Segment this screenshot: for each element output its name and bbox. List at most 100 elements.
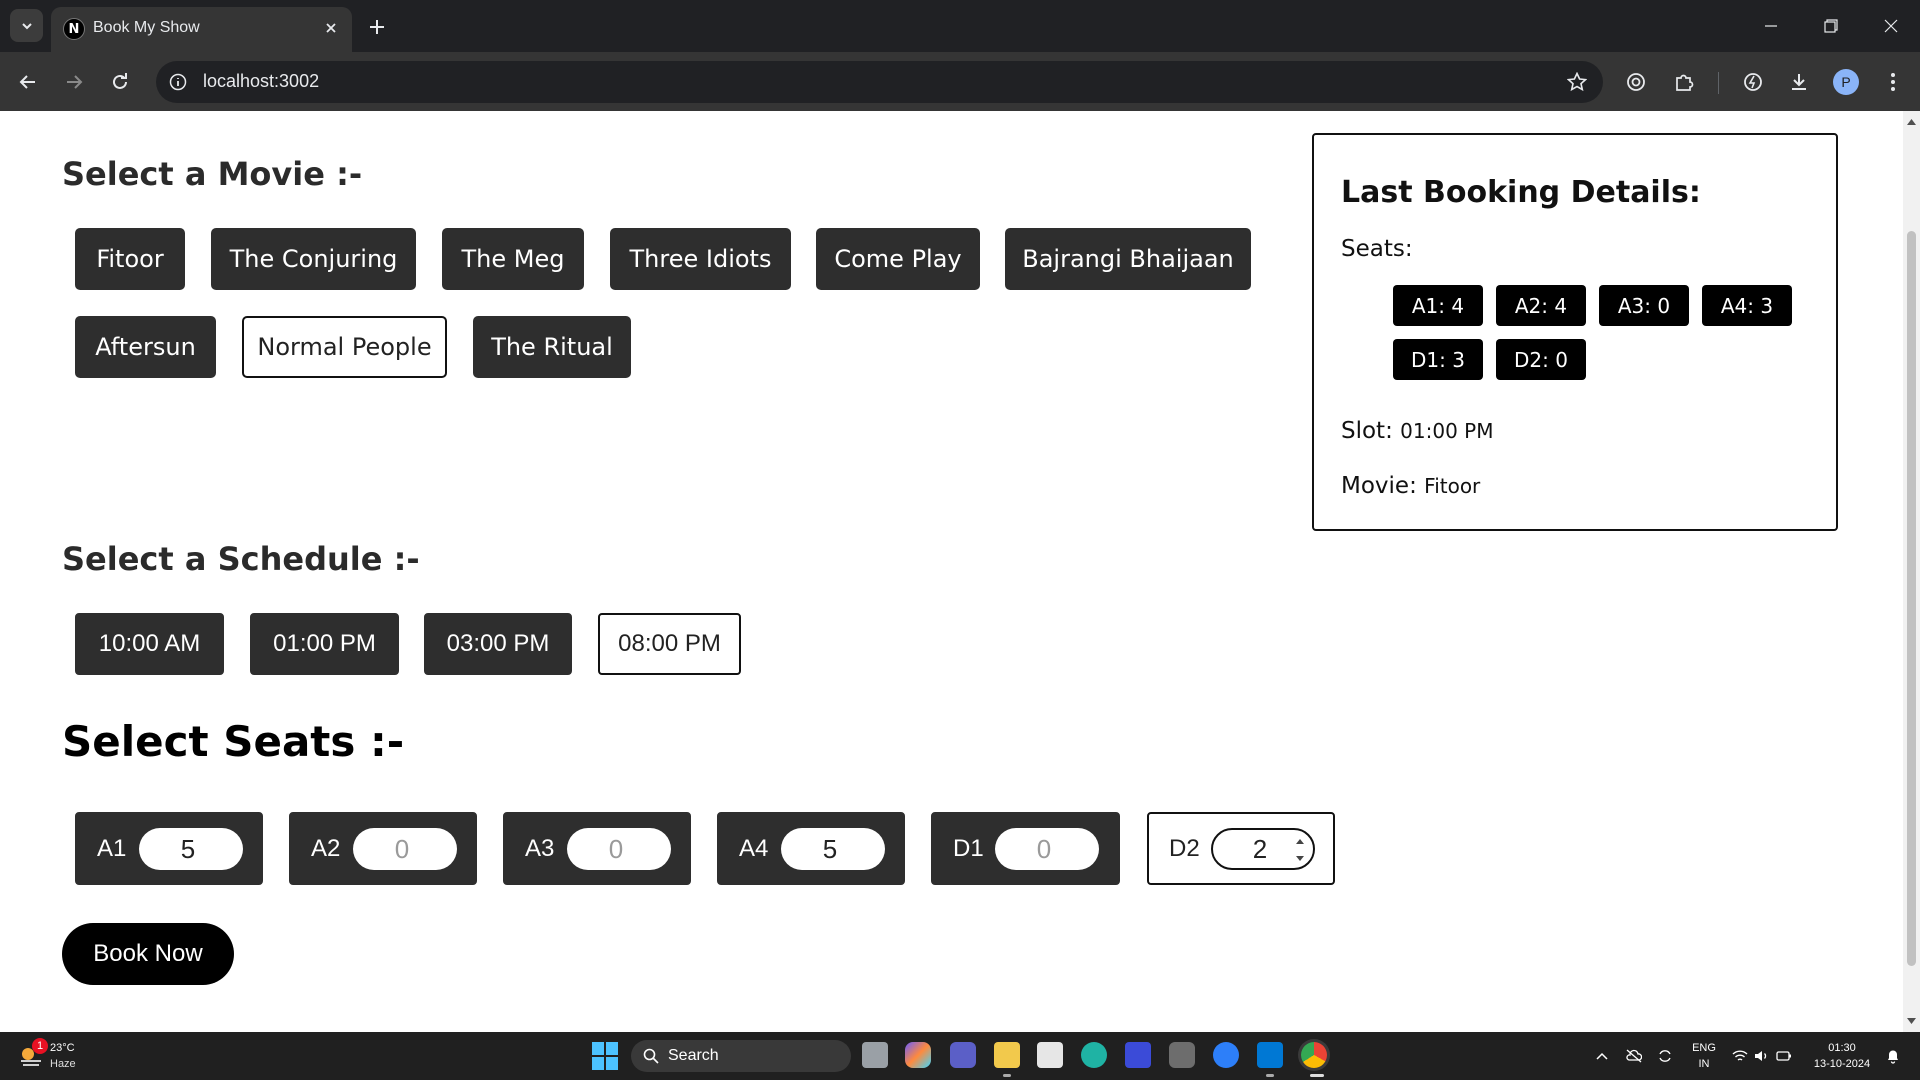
profile-avatar[interactable]: P (1833, 69, 1859, 95)
site-info-icon[interactable] (166, 70, 190, 94)
movie-button-the-conjuring[interactable]: The Conjuring (211, 228, 416, 290)
wifi-icon[interactable] (1731, 1047, 1749, 1065)
battery-icon[interactable] (1775, 1047, 1793, 1065)
seat-label: D2 (1169, 835, 1200, 862)
edge-icon[interactable] (1081, 1042, 1107, 1068)
windows-logo-tile (606, 1057, 618, 1070)
toolbar-separator (1718, 72, 1719, 94)
url-text: localhost:3002 (203, 71, 320, 91)
arrow-right-icon (67, 75, 83, 89)
seat-chip: D2: 0 (1496, 339, 1586, 380)
book-now-button[interactable]: Book Now (62, 923, 234, 985)
seat-quantity-input-a4[interactable]: 5 (781, 828, 885, 870)
microsoft-store-icon[interactable] (1037, 1042, 1063, 1068)
seat-group-d2: D2 2 (1147, 812, 1335, 885)
arrow-left-icon (19, 75, 35, 89)
task-view-icon[interactable] (862, 1042, 888, 1068)
bookmark-star-icon[interactable] (1565, 70, 1589, 94)
browser-toolbar: localhost:3002 P (0, 52, 1920, 111)
movie-button-fitoor[interactable]: Fitoor (75, 228, 185, 290)
number-stepper[interactable] (1295, 838, 1305, 862)
performance-icon[interactable] (1739, 68, 1767, 96)
schedule-button-1000am[interactable]: 10:00 AM (75, 613, 224, 675)
teams-icon[interactable] (950, 1042, 976, 1068)
seat-quantity-input-a1[interactable]: 5 (139, 828, 243, 870)
sync-icon[interactable] (1656, 1047, 1674, 1065)
taskbar-search-box[interactable]: Search (631, 1040, 851, 1072)
chevron-up-icon[interactable] (1593, 1047, 1611, 1065)
caret-down-icon[interactable] (1295, 855, 1305, 862)
running-indicator (1266, 1074, 1274, 1077)
seat-label: A3 (525, 835, 555, 862)
schedule-button-0300pm[interactable]: 03:00 PM (424, 613, 572, 675)
last-booking-movie: Movie: Fitoor (1341, 473, 1480, 499)
restore-button[interactable] (1817, 12, 1845, 40)
cloud-off-icon[interactable] (1625, 1047, 1643, 1065)
movie-button-the-ritual[interactable]: The Ritual (473, 316, 631, 378)
last-booking-slot: Slot: 01:00 PM (1341, 418, 1493, 444)
movie-button-bajrangi-bhaijaan[interactable]: Bajrangi Bhaijaan (1005, 228, 1251, 290)
page-scrollbar[interactable] (1903, 111, 1920, 1032)
seat-label: A1 (97, 835, 127, 862)
weather-description: Haze (50, 1058, 76, 1070)
vscode-icon[interactable] (1257, 1042, 1283, 1068)
windows-taskbar: 1 23°C Haze Search ENG IN 01:30 13-10-20… (0, 1032, 1920, 1080)
slot-value: 01:00 PM (1400, 419, 1494, 443)
schedule-button-0800pm[interactable]: 08:00 PM (598, 613, 741, 675)
app-launcher-icon[interactable] (1213, 1042, 1239, 1068)
close-icon (1884, 19, 1898, 33)
seat-quantity-value: 2 (1252, 833, 1268, 864)
seat-quantity-input-d2[interactable]: 2 (1211, 828, 1315, 870)
tab-title: Book My Show (93, 19, 200, 36)
close-icon (326, 23, 336, 33)
caret-up-icon[interactable] (1295, 838, 1305, 845)
reload-button[interactable] (104, 66, 136, 98)
weather-widget[interactable]: 1 23°C Haze (18, 1038, 98, 1074)
copilot-icon[interactable] (905, 1042, 931, 1068)
language-indicator[interactable]: ENG (1690, 1042, 1718, 1054)
seat-chip: A2: 4 (1496, 285, 1586, 326)
address-bar[interactable]: localhost:3002 (156, 61, 1603, 103)
movie-button-three-idiots[interactable]: Three Idiots (610, 228, 791, 290)
seat-chip: D1: 3 (1393, 339, 1483, 380)
volume-icon[interactable] (1753, 1047, 1771, 1065)
clock-time[interactable]: 01:30 (1806, 1042, 1878, 1054)
last-booking-title: Last Booking Details: (1341, 175, 1701, 210)
tab-close-button[interactable] (320, 17, 342, 39)
download-icon[interactable] (1785, 68, 1813, 96)
movie-button-normal-people[interactable]: Normal People (242, 316, 447, 378)
active-tab[interactable]: N Book My Show (51, 7, 352, 52)
file-explorer-icon[interactable] (994, 1042, 1020, 1068)
back-button[interactable] (12, 66, 44, 98)
seat-quantity-input-d1[interactable]: 0 (995, 828, 1099, 870)
browser-tab-strip: N Book My Show (0, 0, 1920, 52)
tab-search-button[interactable] (10, 9, 43, 42)
seat-chip: A3: 0 (1599, 285, 1689, 326)
code-editor-icon[interactable] (1125, 1042, 1151, 1068)
seat-quantity-input-a3[interactable]: 0 (567, 828, 671, 870)
close-window-button[interactable] (1877, 12, 1905, 40)
schedule-button-0100pm[interactable]: 01:00 PM (250, 613, 399, 675)
movie-button-the-meg[interactable]: The Meg (442, 228, 584, 290)
notification-badge: 1 (32, 1038, 48, 1054)
scroll-up-icon[interactable] (1907, 117, 1916, 126)
seat-quantity-input-a2[interactable]: 0 (353, 828, 457, 870)
movie-button-aftersun[interactable]: Aftersun (75, 316, 216, 378)
kebab-menu-icon[interactable] (1879, 68, 1907, 96)
forward-button[interactable] (58, 66, 90, 98)
google-lens-icon[interactable] (1622, 68, 1650, 96)
unity-icon[interactable] (1169, 1042, 1195, 1068)
chrome-icon[interactable] (1301, 1042, 1327, 1068)
movie-section-heading: Select a Movie :- (62, 155, 363, 193)
start-button[interactable] (592, 1042, 620, 1070)
scrollbar-thumb[interactable] (1907, 231, 1916, 966)
seat-label: A2 (311, 835, 341, 862)
extensions-puzzle-icon[interactable] (1670, 68, 1698, 96)
scroll-down-icon[interactable] (1907, 1016, 1916, 1025)
seats-section-heading: Select Seats :- (62, 717, 405, 766)
nextjs-favicon-icon: N (63, 18, 85, 40)
minimize-button[interactable] (1757, 12, 1785, 40)
new-tab-button[interactable] (363, 13, 391, 41)
notification-bell-icon[interactable] (1884, 1047, 1902, 1065)
movie-button-come-play[interactable]: Come Play (816, 228, 980, 290)
